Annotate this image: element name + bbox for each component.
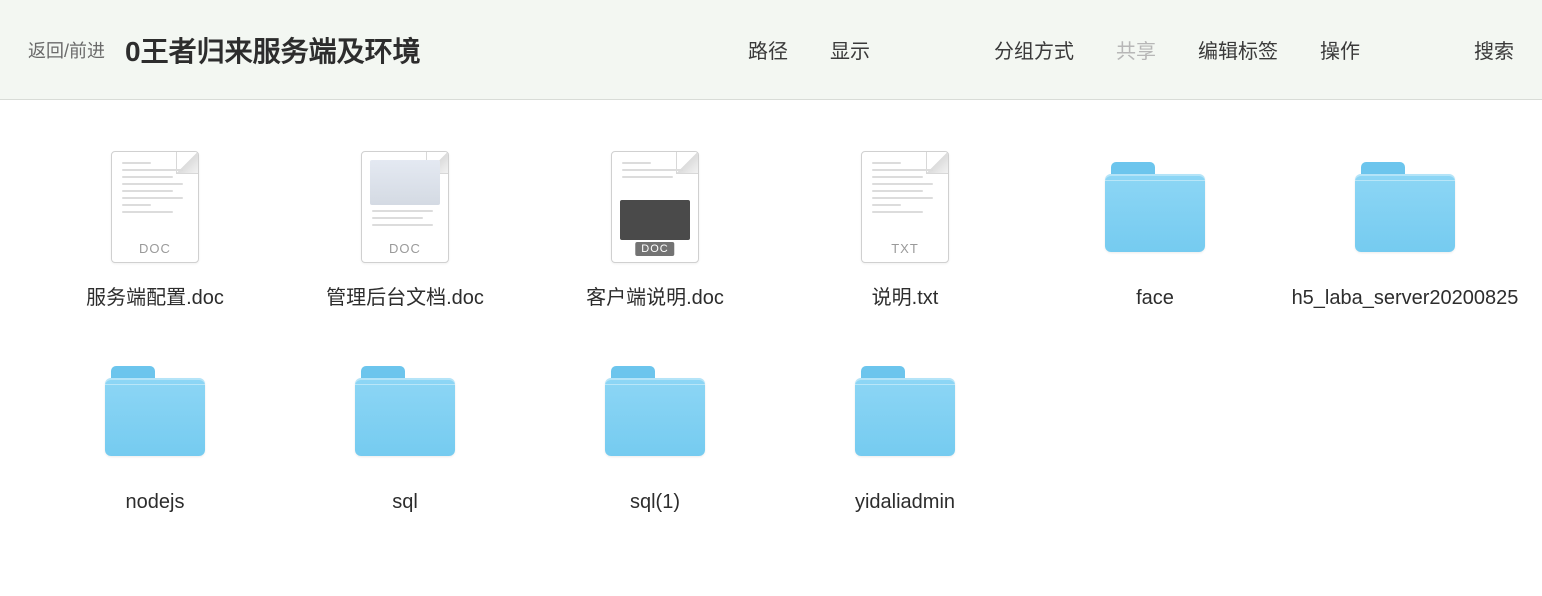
folder-icon bbox=[105, 352, 205, 470]
folder-icon bbox=[355, 352, 455, 470]
folder-item[interactable]: sql bbox=[280, 352, 530, 516]
menu-action[interactable]: 操作 bbox=[1320, 35, 1360, 64]
item-label: sql bbox=[392, 488, 418, 516]
menu-path[interactable]: 路径 bbox=[748, 35, 788, 64]
file-item[interactable]: DOC 管理后台文档.doc bbox=[280, 148, 530, 312]
item-label: yidaliadmin bbox=[855, 488, 955, 516]
nav-back-forward-button[interactable]: 返回/前进 bbox=[28, 37, 105, 63]
folder-item[interactable]: sql(1) bbox=[530, 352, 780, 516]
folder-icon bbox=[855, 352, 955, 470]
folder-icon bbox=[1105, 148, 1205, 266]
file-item[interactable]: DOC 客户端说明.doc bbox=[530, 148, 780, 312]
file-item[interactable]: DOC 服务端配置.doc bbox=[30, 148, 280, 312]
menu-display[interactable]: 显示 bbox=[830, 35, 870, 64]
file-type-badge: DOC bbox=[362, 241, 448, 256]
item-label: 说明.txt bbox=[872, 284, 939, 312]
document-icon: DOC bbox=[105, 148, 205, 266]
file-browser-content: DOC 服务端配置.doc DOC 管理后台文档.doc DOC 客户端说明.doc TXT… bbox=[0, 100, 1542, 546]
file-type-badge: TXT bbox=[862, 241, 948, 256]
file-type-badge: DOC bbox=[112, 241, 198, 256]
item-label: 客户端说明.doc bbox=[586, 284, 724, 312]
document-icon: DOC bbox=[355, 148, 455, 266]
document-icon: DOC bbox=[605, 148, 705, 266]
folder-item[interactable]: yidaliadmin bbox=[780, 352, 1030, 516]
window-title: 0王者归来服务端及环境 bbox=[125, 30, 421, 70]
folder-item[interactable]: face bbox=[1030, 148, 1280, 312]
menu-search[interactable]: 搜索 bbox=[1474, 35, 1514, 64]
menu-group-by[interactable]: 分组方式 bbox=[994, 35, 1074, 64]
item-label: nodejs bbox=[126, 488, 185, 516]
file-type-badge: DOC bbox=[635, 242, 674, 256]
item-label: h5_laba_server20200825 bbox=[1292, 284, 1519, 312]
item-label: 服务端配置.doc bbox=[86, 284, 224, 312]
file-item[interactable]: TXT 说明.txt bbox=[780, 148, 1030, 312]
toolbar-menu: 路径 显示 分组方式 共享 编辑标签 操作 搜索 bbox=[748, 35, 1514, 64]
folder-icon bbox=[605, 352, 705, 470]
item-label: sql(1) bbox=[630, 488, 680, 516]
folder-item[interactable]: h5_laba_server20200825 bbox=[1280, 148, 1530, 312]
item-label: face bbox=[1136, 284, 1174, 312]
item-label: 管理后台文档.doc bbox=[326, 284, 484, 312]
folder-icon bbox=[1355, 148, 1455, 266]
menu-share: 共享 bbox=[1116, 35, 1156, 64]
toolbar: 返回/前进 0王者归来服务端及环境 路径 显示 分组方式 共享 编辑标签 操作 … bbox=[0, 0, 1542, 100]
menu-edit-tags[interactable]: 编辑标签 bbox=[1198, 35, 1278, 64]
folder-item[interactable]: nodejs bbox=[30, 352, 280, 516]
document-icon: TXT bbox=[855, 148, 955, 266]
file-grid: DOC 服务端配置.doc DOC 管理后台文档.doc DOC 客户端说明.doc TXT… bbox=[30, 148, 1512, 516]
